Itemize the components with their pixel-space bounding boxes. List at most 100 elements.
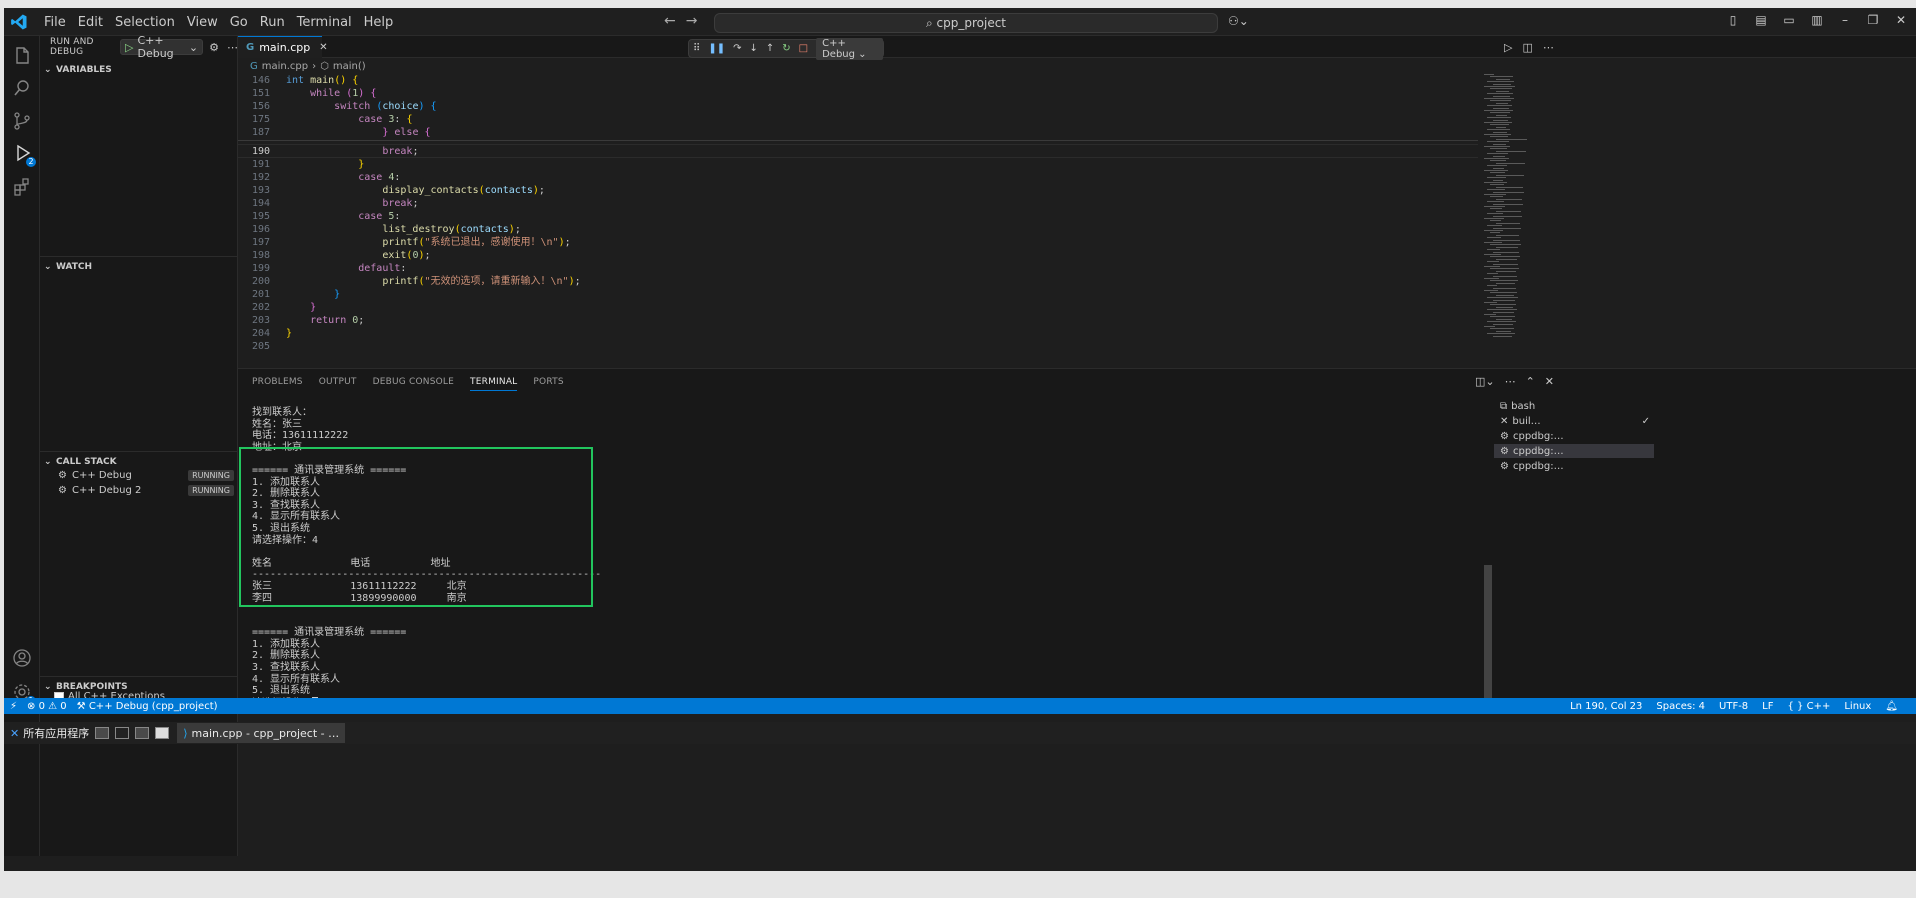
debug-config-select[interactable]: ▷ C++ Debug ⌄ bbox=[120, 34, 204, 60]
layout-icon[interactable]: ▯ bbox=[1726, 13, 1740, 27]
variables-section-header[interactable]: ⌄ VARIABLES bbox=[40, 60, 238, 80]
split-terminal-icon[interactable]: ◫⌄ bbox=[1475, 375, 1495, 388]
minimap-line bbox=[1496, 150, 1526, 152]
menu-edit[interactable]: Edit bbox=[72, 15, 109, 30]
restore-icon[interactable]: ❐ bbox=[1866, 13, 1880, 27]
terminal-item-build[interactable]: ✕ buil… ✓ bbox=[1494, 414, 1654, 428]
watch-section-header[interactable]: ⌄ WATCH bbox=[40, 256, 238, 276]
sidebar-header: RUN AND DEBUG ▷ C++ Debug ⌄ ⚙ ⋯ bbox=[40, 34, 238, 60]
close-panel-icon[interactable]: ✕ bbox=[1545, 375, 1554, 388]
search-app-icon[interactable] bbox=[155, 727, 170, 739]
terminal-label: bash bbox=[1511, 400, 1536, 412]
step-out-icon[interactable]: ↑ bbox=[766, 43, 774, 54]
explorer-icon[interactable] bbox=[12, 46, 32, 66]
step-into-icon[interactable]: ↓ bbox=[749, 43, 757, 54]
breadcrumb-file[interactable]: main.cpp bbox=[262, 61, 308, 72]
code-line: 199 default: bbox=[238, 262, 1478, 275]
platform[interactable]: Linux bbox=[1844, 701, 1871, 712]
breadcrumb-symbol[interactable]: main() bbox=[333, 61, 366, 72]
file-manager-icon[interactable] bbox=[135, 727, 150, 739]
minimap-line bbox=[1484, 158, 1509, 159]
more-actions-icon[interactable]: ⋯ bbox=[1543, 41, 1554, 54]
language-label: C++ bbox=[1806, 700, 1831, 712]
terminal-item-cppdbg[interactable]: ⚙ cppdbg:… bbox=[1494, 444, 1654, 458]
terminal-icon: ⧉ bbox=[1500, 400, 1508, 412]
maximize-panel-icon[interactable]: ⌃ bbox=[1526, 375, 1535, 388]
minimap-line bbox=[1496, 138, 1527, 140]
language-mode[interactable]: { } C++ bbox=[1788, 701, 1831, 712]
end-of-line[interactable]: LF bbox=[1762, 701, 1773, 712]
accounts-icon[interactable] bbox=[12, 648, 32, 668]
call-stack-item[interactable]: ⚙ C++ Debug 2 RUNNING bbox=[40, 482, 238, 498]
menu-help[interactable]: Help bbox=[358, 15, 400, 30]
close-tab-icon[interactable]: ✕ bbox=[319, 42, 327, 53]
desktop-icon[interactable] bbox=[95, 727, 110, 739]
minimap-line bbox=[1484, 278, 1499, 279]
menu-go[interactable]: Go bbox=[224, 15, 254, 30]
problems-status[interactable]: ⊗ 0 ⚠ 0 bbox=[27, 701, 67, 712]
search-view-icon[interactable] bbox=[12, 78, 32, 98]
stop-icon[interactable]: □ bbox=[799, 43, 808, 54]
tab-problems[interactable]: PROBLEMS bbox=[252, 377, 303, 391]
start-debug-icon[interactable]: ▷ bbox=[125, 41, 133, 54]
minimap-line bbox=[1487, 165, 1507, 167]
minimap[interactable] bbox=[1480, 74, 1560, 344]
command-center[interactable]: ⌕ cpp_project bbox=[714, 13, 1218, 33]
debug-status[interactable]: ⚒ C++ Debug (cpp_project) bbox=[77, 701, 218, 712]
tab-ports[interactable]: PORTS bbox=[533, 377, 563, 391]
run-file-icon[interactable]: ▷ bbox=[1504, 41, 1512, 54]
indentation[interactable]: Spaces: 4 bbox=[1656, 701, 1705, 712]
code-editor[interactable]: 146 int main() { 151 while (1) { 156 swit… bbox=[238, 74, 1478, 364]
menu-file[interactable]: File bbox=[38, 15, 72, 30]
terminal-item-cppdbg[interactable]: ⚙ cppdbg:… bbox=[1494, 429, 1654, 443]
terminal-item-cppdbg[interactable]: ⚙ cppdbg:… bbox=[1494, 459, 1654, 473]
toggle-sidebar-icon[interactable]: ▤ bbox=[1754, 13, 1768, 27]
menu-run[interactable]: Run bbox=[254, 15, 291, 30]
more-actions-icon[interactable]: ⋯ bbox=[1505, 375, 1516, 388]
more-actions-icon[interactable]: ⋯ bbox=[227, 41, 238, 54]
back-arrow-icon[interactable]: ← bbox=[664, 13, 676, 29]
encoding[interactable]: UTF-8 bbox=[1719, 701, 1748, 712]
source-control-icon[interactable] bbox=[12, 111, 32, 131]
settings-gear-icon[interactable]: ⚙ bbox=[209, 41, 219, 54]
terminal-label: cppdbg:… bbox=[1512, 445, 1564, 457]
minimap-line bbox=[1496, 246, 1518, 248]
tab-terminal[interactable]: TERMINAL bbox=[470, 377, 518, 391]
tab-main-cpp[interactable]: G main.cpp ✕ bbox=[238, 36, 328, 58]
minimize-icon[interactable]: – bbox=[1838, 13, 1852, 27]
minimap-line bbox=[1496, 78, 1510, 80]
tab-debug-console[interactable]: DEBUG CONSOLE bbox=[373, 377, 454, 391]
pause-icon[interactable]: ❚❚ bbox=[708, 43, 725, 54]
forward-arrow-icon[interactable]: → bbox=[686, 13, 698, 29]
minimap-line bbox=[1493, 323, 1513, 325]
run-debug-icon[interactable]: 2 bbox=[12, 143, 36, 167]
debug-session-select[interactable]: C++ Debug ⌄ bbox=[816, 37, 883, 60]
line-text: break; bbox=[382, 198, 419, 209]
split-editor-icon[interactable]: ◫ bbox=[1522, 41, 1532, 54]
minimap-line bbox=[1487, 309, 1517, 311]
taskbar-app-vscode[interactable]: ⟩ main.cpp - cpp_project - … bbox=[177, 723, 346, 743]
code-line: 202 } bbox=[238, 301, 1478, 314]
close-window-icon[interactable]: ✕ bbox=[1894, 13, 1908, 27]
restart-icon[interactable]: ↻ bbox=[782, 43, 790, 54]
copilot-icon[interactable]: ⚇⌄ bbox=[1228, 14, 1249, 28]
start-menu[interactable]: ✕ 所有应用程序 bbox=[4, 725, 89, 741]
terminal-app-icon[interactable] bbox=[115, 727, 130, 739]
toggle-secondary-sidebar-icon[interactable]: ▥ bbox=[1810, 13, 1824, 27]
step-over-icon[interactable]: ↷ bbox=[733, 43, 741, 54]
tab-output[interactable]: OUTPUT bbox=[319, 377, 357, 391]
remote-icon[interactable]: ⚡ bbox=[10, 701, 17, 712]
line-number: 175 bbox=[251, 114, 270, 125]
menu-selection[interactable]: Selection bbox=[109, 15, 181, 30]
call-stack-item[interactable]: ⚙ C++ Debug RUNNING bbox=[40, 467, 238, 483]
menu-terminal[interactable]: Terminal bbox=[291, 15, 358, 30]
terminal-scrollbar[interactable] bbox=[1484, 565, 1492, 705]
vscode-window: File Edit Selection View Go Run Terminal… bbox=[4, 8, 1916, 871]
extensions-icon[interactable] bbox=[12, 177, 32, 197]
toggle-panel-icon[interactable]: ▭ bbox=[1782, 13, 1796, 27]
terminal-item-bash[interactable]: ⧉ bash bbox=[1494, 399, 1654, 413]
drag-handle-icon[interactable]: ⠿ bbox=[693, 43, 700, 54]
cursor-position[interactable]: Ln 190, Col 23 bbox=[1570, 701, 1642, 712]
menu-view[interactable]: View bbox=[181, 15, 224, 30]
notifications-icon[interactable]: 🔔︎ bbox=[1885, 701, 1898, 712]
